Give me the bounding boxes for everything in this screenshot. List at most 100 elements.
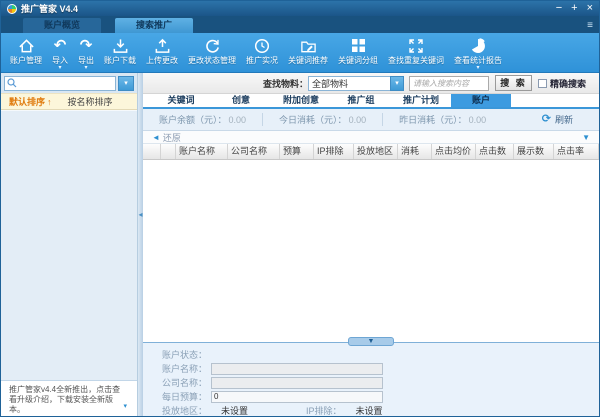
home-icon	[18, 37, 35, 54]
col-avg-cpc[interactable]: 点击均价	[432, 144, 476, 159]
search-label: 查找物料：	[263, 77, 308, 90]
col-account-name[interactable]: 账户名称	[176, 144, 228, 159]
upload-icon	[154, 37, 171, 54]
col-ip-exclude[interactable]: IP排除	[314, 144, 354, 159]
filter-icon[interactable]: ▼	[582, 133, 590, 142]
stat-today-cost: 今日消耗（元）：0.00	[262, 113, 382, 126]
expand-icon	[408, 37, 424, 54]
toolbar-promotion-live[interactable]: 推广实况	[241, 33, 283, 72]
exact-search-checkbox[interactable]	[538, 79, 547, 88]
app-window: 推广管家 V4.4 − + × 账户概览 搜索推广 ≡ 账户管理 ↶ 导入 ▾ …	[0, 0, 600, 417]
sort-by-name-button[interactable]: 按名称排序	[68, 95, 113, 108]
sidebar-search-box[interactable]	[4, 76, 116, 91]
download-icon	[112, 37, 129, 54]
toolbar-upload-changes[interactable]: 上传更改	[141, 33, 183, 72]
daily-budget-field[interactable]	[211, 391, 383, 403]
menu-icon[interactable]: ≡	[587, 21, 593, 31]
region-label: 投放地区：	[147, 404, 207, 417]
toolbar-stats-report[interactable]: 查看统计报告 ▾	[449, 33, 507, 72]
toolbar-keyword-group[interactable]: 关键词分组	[333, 33, 383, 72]
tab-campaigns[interactable]: 推广计划	[391, 94, 451, 107]
chevron-down-icon: ▾	[84, 65, 87, 71]
col-clicks[interactable]: 点击数	[476, 144, 514, 159]
account-name-label: 账户名称：	[147, 362, 207, 375]
nav-tab-bar: 账户概览 搜索推广 ≡	[1, 16, 599, 33]
toolbar-account-manage[interactable]: 账户管理	[5, 33, 47, 72]
tab-search-promotion[interactable]: 搜索推广	[115, 18, 193, 33]
tab-extra-creatives[interactable]: 附加创意	[271, 94, 331, 107]
tab-keywords[interactable]: 关键词	[151, 94, 211, 107]
import-icon: ↶	[54, 37, 67, 54]
ip-exclude-label: IP排除：	[306, 404, 342, 417]
col-region[interactable]: 投放地区	[354, 144, 398, 159]
account-list[interactable]	[1, 110, 137, 380]
toolbar-keyword-suggest[interactable]: 关键词推荐	[283, 33, 333, 72]
exact-search-option: 精确搜索	[538, 77, 586, 90]
region-value[interactable]: 未设置	[221, 404, 248, 417]
material-type-select[interactable]: 全部物料 ▾	[308, 76, 404, 91]
material-search-bar: 查找物料： 全部物料 ▾ 搜 索 精确搜索	[143, 73, 599, 94]
toolbar-account-download[interactable]: 账户下载	[99, 33, 141, 72]
minimize-button[interactable]: −	[556, 3, 562, 14]
daily-budget-label: 每日预算：	[147, 390, 207, 403]
material-tab-bar: 关键词 创意 附加创意 推广组 推广计划 账户	[143, 94, 599, 109]
table-header: 账户名称 公司名称 预算 IP排除 投放地区 消耗 点击均价 点击数 展示数 点…	[143, 144, 599, 160]
sort-up-icon: ↑	[47, 97, 52, 107]
maximize-button[interactable]: +	[571, 3, 577, 14]
app-logo-icon	[7, 4, 17, 14]
tab-creatives[interactable]: 创意	[211, 94, 271, 107]
search-input[interactable]	[409, 76, 489, 91]
toolbar-find-duplicates[interactable]: 查找重复关键词	[383, 33, 449, 72]
account-stats-bar: 账户余额（元）：0.00 今日消耗（元）：0.00 昨日消耗（元）：0.00 ⟳…	[143, 109, 599, 131]
company-name-label: 公司名称：	[147, 376, 207, 389]
material-type-value: 全部物料	[312, 77, 348, 90]
col-cost[interactable]: 消耗	[398, 144, 432, 159]
sidebar-search-input[interactable]	[17, 78, 115, 90]
main-area: ▾ 默认排序 ↑ 按名称排序 推广管家v4.4全新推出，点击查看升级介绍，下载安…	[1, 73, 599, 416]
ip-exclude-value[interactable]: 未设置	[356, 404, 383, 417]
upgrade-notice-text: 推广管家v4.4全新推出，点击查看升级介绍，下载安装全新版本。	[9, 385, 120, 414]
upgrade-notice[interactable]: 推广管家v4.4全新推出，点击查看升级介绍，下载安装全新版本。 ▾	[1, 380, 137, 416]
restore-arrow-icon: ◄	[152, 133, 160, 142]
collapse-panel-handle[interactable]: ▼	[348, 337, 394, 346]
refresh-icon: ⟳	[542, 114, 551, 125]
col-ctr[interactable]: 点击率	[554, 144, 599, 159]
chevron-down-icon: ▾	[476, 65, 479, 71]
account-name-field	[211, 363, 383, 375]
restore-button[interactable]: ◄ 还原	[152, 131, 181, 144]
close-button[interactable]: ×	[587, 3, 593, 14]
tab-account-overview[interactable]: 账户概览	[23, 18, 101, 33]
toolbar-import[interactable]: ↶ 导入 ▾	[47, 33, 73, 72]
export-icon: ↷	[80, 37, 93, 54]
sidebar: ▾ 默认排序 ↑ 按名称排序 推广管家v4.4全新推出，点击查看升级介绍，下载安…	[1, 73, 138, 416]
toolbar-status-manage[interactable]: 更改状态管理	[183, 33, 241, 72]
clock-icon	[254, 37, 270, 54]
company-name-field	[211, 377, 383, 389]
col-impressions[interactable]: 展示数	[514, 144, 554, 159]
window-title: 推广管家 V4.4	[21, 2, 78, 15]
window-controls: − + ×	[556, 3, 593, 14]
grid-icon	[351, 37, 366, 54]
toolbar-export[interactable]: ↷ 导出 ▾	[73, 33, 99, 72]
col-company-name[interactable]: 公司名称	[228, 144, 280, 159]
tab-account[interactable]: 账户	[451, 94, 511, 107]
refresh-button[interactable]: ⟳ 刷新	[542, 113, 573, 126]
sidebar-search-dropdown-button[interactable]: ▾	[118, 76, 134, 91]
toolbar: 账户管理 ↶ 导入 ▾ ↷ 导出 ▾ 账户下载 上传更改	[1, 33, 599, 73]
pie-chart-icon	[470, 37, 486, 54]
chevron-down-icon[interactable]: ▾	[123, 402, 127, 412]
exact-search-label: 精确搜索	[550, 77, 586, 90]
sort-default-button[interactable]: 默认排序	[9, 95, 45, 108]
folder-edit-icon	[300, 37, 317, 54]
chevron-down-icon: ▾	[390, 76, 404, 91]
stat-balance: 账户余额（元）：0.00	[143, 113, 262, 126]
account-detail-panel: 账户状态： 账户名称： 公司名称： 每日预算： 投放地区： 未设置 I	[143, 342, 599, 416]
account-status-label: 账户状态：	[147, 348, 207, 361]
search-button[interactable]: 搜 索	[495, 75, 532, 91]
search-icon	[7, 75, 17, 93]
refresh-icon	[204, 37, 221, 54]
table-tools-bar: ◄ 还原 ▼	[143, 131, 599, 144]
tab-ad-groups[interactable]: 推广组	[331, 94, 391, 107]
table-body[interactable]	[143, 160, 599, 342]
col-budget[interactable]: 预算	[280, 144, 314, 159]
